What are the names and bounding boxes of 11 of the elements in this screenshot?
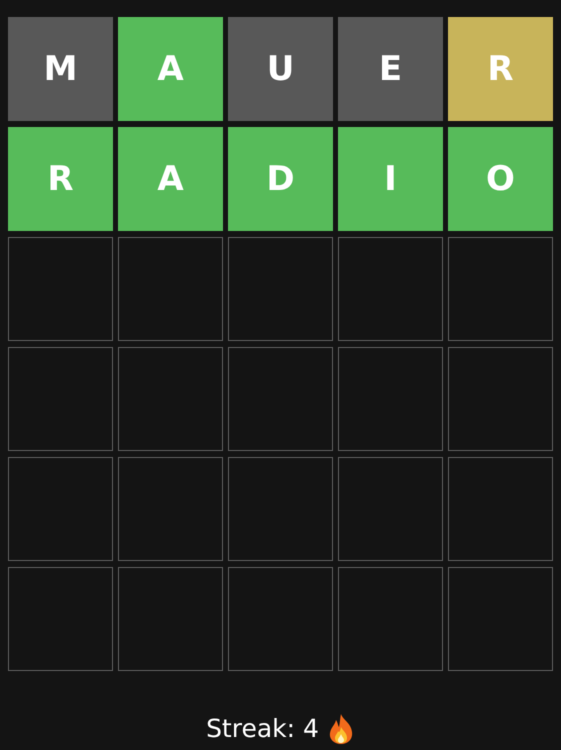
letter-tile: U [228,17,333,121]
letter-tile: A [118,17,223,121]
letter-tile: R [448,17,553,121]
letter-tile: E [338,17,443,121]
letter-tile: R [8,127,113,231]
letter-tile: D [228,127,333,231]
letter-tile: O [448,127,553,231]
letter-tile: M [8,17,113,121]
letter-tile: A [118,127,223,231]
letter-tile: I [338,127,443,231]
streak-count: Streak: 4 [206,714,319,743]
